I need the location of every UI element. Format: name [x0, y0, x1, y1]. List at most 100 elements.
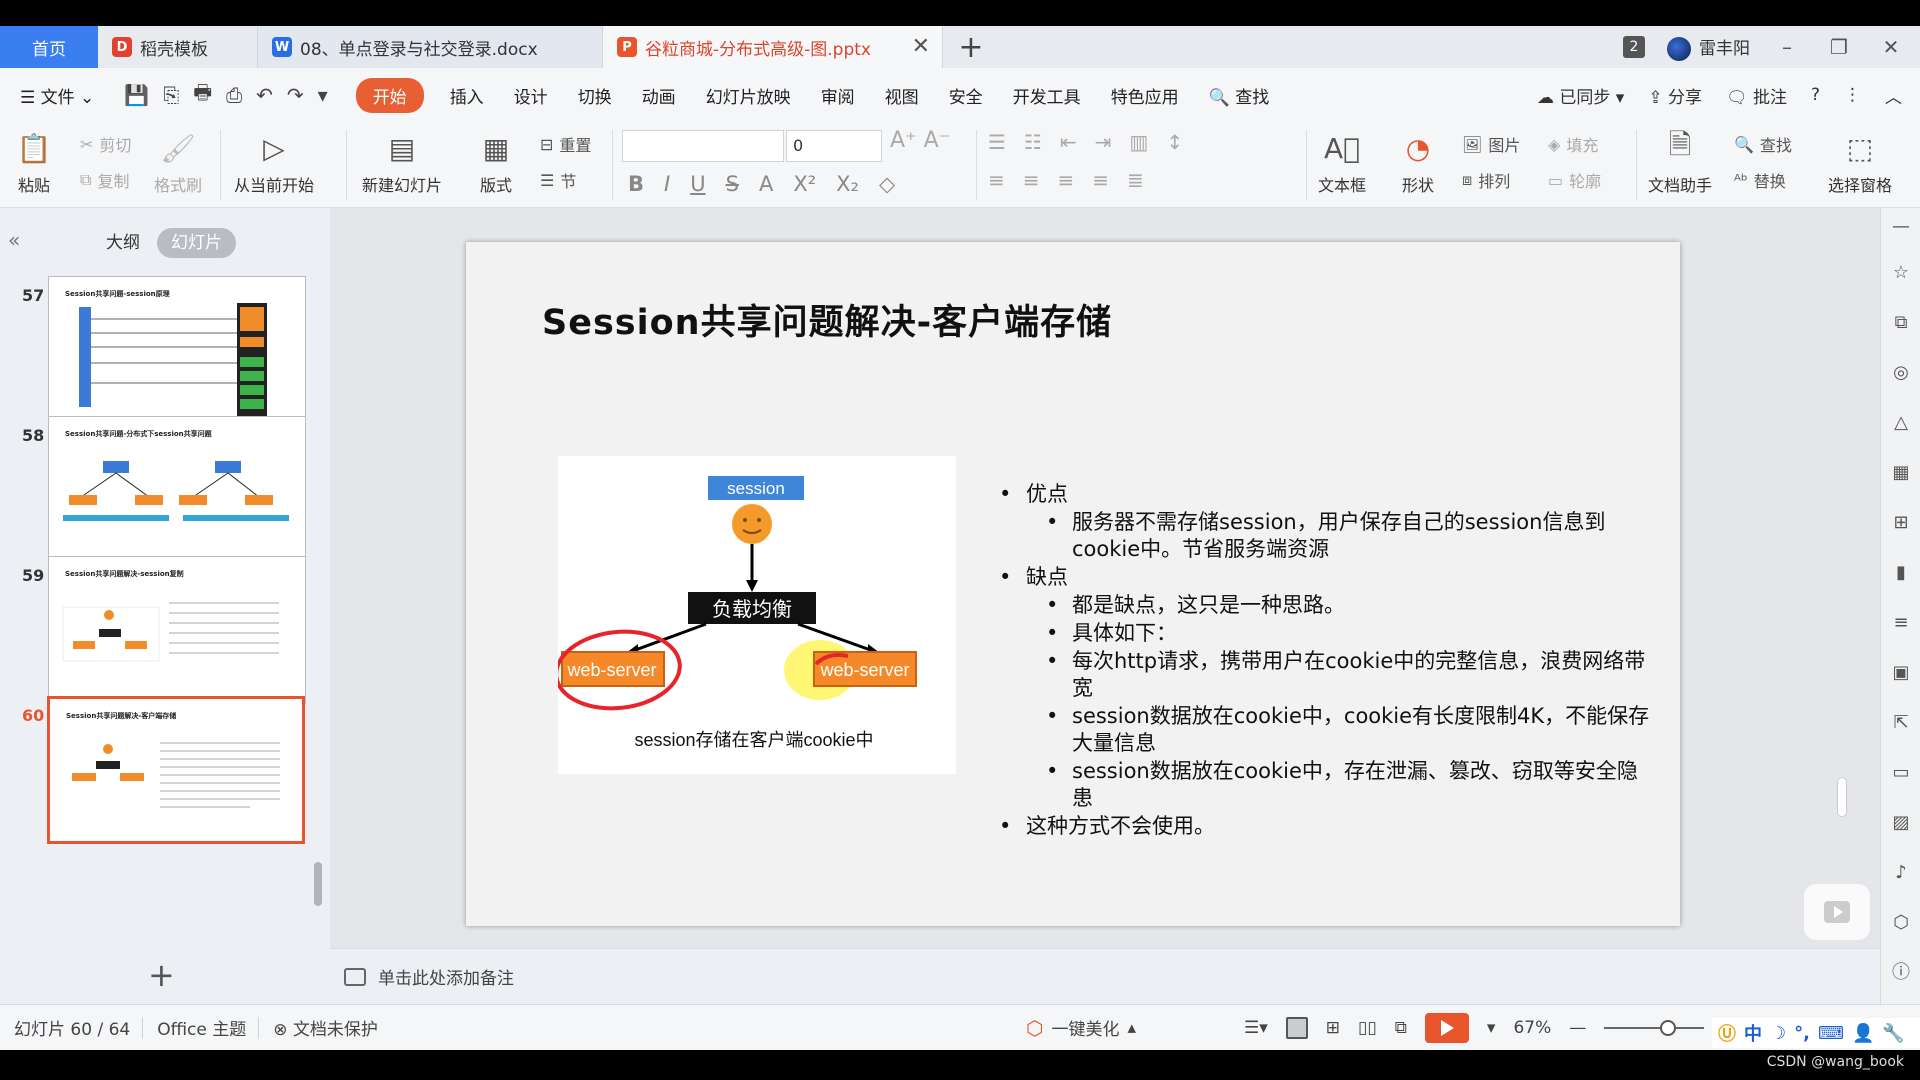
play-from-current-button[interactable]: ▷ 从当前开始	[234, 128, 314, 196]
textbox-button[interactable]: A⃞ 文本框	[1318, 128, 1366, 196]
menu-transition[interactable]: 切换	[578, 83, 612, 108]
align-right-icon[interactable]: ≡	[1058, 168, 1075, 192]
presenter-view-icon[interactable]: ⧉	[1395, 1018, 1407, 1038]
grid-icon[interactable]: ⊞	[1890, 512, 1912, 534]
copy-button[interactable]: ⧉ 复制	[80, 168, 129, 192]
search-button[interactable]: 🔍 查找	[1209, 83, 1270, 108]
tab-word-document[interactable]: W 08、单点登录与社交登录.docx	[258, 26, 603, 68]
thumbnail-scrollbar[interactable]	[314, 862, 322, 906]
undo-icon[interactable]: ↶	[256, 83, 273, 107]
reading-view-icon[interactable]: ▯▯	[1358, 1018, 1377, 1038]
numbered-list-icon[interactable]: ☷	[1024, 130, 1042, 154]
settings-sliders-icon[interactable]: ≡	[1890, 612, 1912, 634]
bold-icon[interactable]: B	[628, 172, 644, 196]
canvas-scrollbar[interactable]	[1836, 222, 1848, 882]
bullet-list-icon[interactable]: ☰	[988, 130, 1006, 154]
strikethrough-icon[interactable]: S	[726, 172, 739, 196]
volume-icon[interactable]: ♪	[1890, 862, 1912, 884]
cut-button[interactable]: ✂ 剪切	[80, 132, 131, 156]
chart-icon[interactable]: ▮	[1890, 562, 1912, 584]
fill-button[interactable]: ◈ 填充	[1548, 132, 1598, 156]
slide-thumbnail-60[interactable]: Session共享问题解决-客户端存储	[47, 696, 305, 844]
superscript-icon[interactable]: X²	[793, 172, 816, 196]
customize-icon[interactable]: ▾	[318, 83, 328, 107]
more-icon[interactable]: ⋮	[1844, 85, 1861, 105]
slide-thumbnail-59[interactable]: Session共享问题解决-session复制	[48, 556, 306, 704]
font-size-increase-icon[interactable]: A⁺ A⁻	[890, 128, 950, 153]
find-button[interactable]: 🔍 查找	[1734, 132, 1792, 156]
zoom-out-icon[interactable]: —	[1569, 1018, 1586, 1038]
comment-button[interactable]: 🗨 批注	[1726, 83, 1787, 108]
notes-toggle-icon[interactable]: ☰▾	[1244, 1018, 1268, 1038]
distribute-icon[interactable]: ≣	[1127, 168, 1144, 192]
menu-security[interactable]: 安全	[949, 83, 983, 108]
add-slide-icon[interactable]: +	[148, 956, 175, 994]
doc-protection[interactable]: ⊗ 文档未保护	[273, 1015, 378, 1040]
menu-design[interactable]: 设计	[514, 83, 548, 108]
share-button[interactable]: ⇪ 分享	[1648, 83, 1702, 108]
chevron-down-icon[interactable]: ▾	[1487, 1018, 1496, 1038]
layout-button[interactable]: ▦ 版式	[476, 128, 516, 196]
print-preview-icon[interactable]: ⎙	[226, 83, 242, 107]
beautify-button[interactable]: ⬡ 一键美化 ▴	[1026, 1015, 1136, 1041]
indent-increase-icon[interactable]: ⇥	[1095, 130, 1112, 154]
slide[interactable]: Session共享问题解决-客户端存储 session 负载均衡 web-ser…	[466, 242, 1680, 926]
redo-icon[interactable]: ↷	[287, 83, 304, 107]
zoom-slider-knob[interactable]	[1660, 1020, 1677, 1036]
start-slideshow-button[interactable]	[1424, 1013, 1469, 1043]
menu-home[interactable]: 开始	[355, 77, 424, 113]
share-out-icon[interactable]: ⇱	[1890, 712, 1912, 734]
notes-bar[interactable]: 单击此处添加备注	[330, 948, 1880, 1004]
zoom-level[interactable]: 67%	[1513, 1018, 1551, 1038]
align-center-icon[interactable]: ≡	[1023, 168, 1040, 192]
print-icon[interactable]: 🖶	[193, 78, 212, 112]
image-icon[interactable]: ▨	[1890, 812, 1912, 834]
tab-docer-templates[interactable]: D 稻壳模板	[98, 26, 258, 68]
justify-icon[interactable]: ≡	[1092, 168, 1109, 192]
normal-view-icon[interactable]	[1285, 1017, 1308, 1039]
slide-thumbnail-57[interactable]: Session共享问题-session原理	[48, 276, 306, 424]
columns-icon[interactable]: ▥	[1129, 130, 1148, 154]
eraser-icon[interactable]: ◇	[879, 172, 895, 196]
menu-slideshow[interactable]: 幻灯片放映	[706, 83, 791, 108]
gallery-icon[interactable]: ▣	[1890, 662, 1912, 684]
format-painter-button[interactable]: 🖌 格式刷	[154, 128, 202, 196]
save-icon[interactable]: 💾	[124, 83, 149, 107]
tab-ppt-document[interactable]: P 谷粒商城-分布式高级-图.pptx ✕	[603, 26, 943, 68]
replace-button[interactable]: ᴬᵇ 替换	[1734, 168, 1786, 192]
section-button[interactable]: ☰ 节	[540, 168, 576, 192]
font-size-dropdown[interactable]: 0	[786, 130, 882, 162]
export-icon[interactable]: ⎘	[163, 83, 179, 107]
reset-button[interactable]: ⊟ 重置	[540, 132, 591, 156]
paragraph-tools-row1[interactable]: ☰ ☷ ⇤ ⇥ ▥ ↕	[988, 130, 1183, 154]
slide-thumbnail-58[interactable]: Session共享问题-分布式下session共享问题	[48, 416, 306, 564]
shape-button[interactable]: ◔ 形状	[1398, 128, 1438, 196]
collapse-pane-icon[interactable]: «	[8, 228, 20, 252]
menu-animation[interactable]: 动画	[642, 83, 676, 108]
bullet-list[interactable]: 优点 服务器不需存储session，用户保存自己的session信息到cooki…	[996, 480, 1656, 840]
user-account[interactable]: 雷丰阳	[1667, 34, 1750, 61]
info-icon[interactable]: ⓘ	[1890, 962, 1912, 984]
underline-icon[interactable]: U	[690, 172, 705, 196]
file-menu[interactable]: ☰ 文件 ⌄	[20, 83, 94, 108]
menu-insert[interactable]: 插入	[450, 83, 484, 108]
design-icon[interactable]: △	[1890, 412, 1912, 434]
shield-icon[interactable]: ⬡	[1890, 912, 1912, 934]
paste-button[interactable]: 📋 粘贴	[14, 128, 54, 196]
archive-icon[interactable]: ▭	[1890, 762, 1912, 784]
menu-features[interactable]: 特色应用	[1111, 83, 1179, 108]
menu-review[interactable]: 审阅	[821, 83, 855, 108]
window-count-badge[interactable]: 2	[1623, 36, 1645, 58]
table-icon[interactable]: ▦	[1890, 462, 1912, 484]
line-spacing-icon[interactable]: ↕	[1166, 130, 1183, 154]
collapse-ribbon-icon[interactable]: ︿	[1885, 83, 1902, 108]
star-icon[interactable]: ☆	[1890, 262, 1912, 284]
italic-icon[interactable]: I	[664, 172, 670, 196]
picture-button[interactable]: 🖼 图片	[1462, 132, 1520, 156]
floating-play-icon[interactable]	[1804, 884, 1870, 940]
doc-assistant-button[interactable]: 🗎 文档助手	[1648, 128, 1712, 196]
new-tab-button[interactable]: +	[943, 26, 999, 68]
tab-outline[interactable]: 大纲	[92, 228, 154, 258]
paragraph-tools-row2[interactable]: ≡ ≡ ≡ ≡ ≣	[988, 168, 1144, 192]
minimize-icon[interactable]: –	[1772, 35, 1802, 59]
